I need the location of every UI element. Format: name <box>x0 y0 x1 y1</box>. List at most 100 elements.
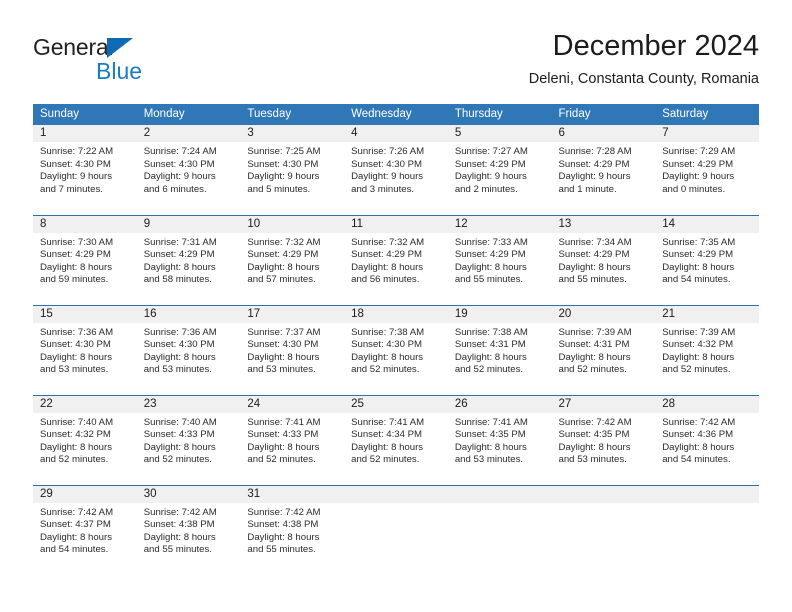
day-cell[interactable]: 29 Sunrise: 7:42 AM Sunset: 4:37 PM Dayl… <box>33 484 137 575</box>
daylight-text-line2: and 53 minutes. <box>558 454 627 466</box>
day-number: 11 <box>344 215 448 233</box>
daylight-text-line1: Daylight: 9 hours <box>454 171 527 183</box>
day-cell[interactable]: 23 Sunrise: 7:40 AM Sunset: 4:33 PM Dayl… <box>136 394 241 485</box>
day-number: 13 <box>551 215 656 233</box>
day-number: 12 <box>447 215 552 233</box>
day-number: 19 <box>447 305 552 323</box>
day-cell[interactable]: 19 Sunrise: 7:38 AM Sunset: 4:31 PM Dayl… <box>447 304 552 395</box>
sunset-text: Sunset: 4:32 PM <box>662 339 734 351</box>
day-cell[interactable]: 9 Sunrise: 7:31 AM Sunset: 4:29 PM Dayli… <box>136 214 241 305</box>
sunset-text: Sunset: 4:33 PM <box>247 429 319 441</box>
day-cell[interactable]: 22 Sunrise: 7:40 AM Sunset: 4:32 PM Dayl… <box>33 394 137 485</box>
daylight-text-line1: Daylight: 8 hours <box>662 441 735 453</box>
day-cell[interactable]: 28 Sunrise: 7:42 AM Sunset: 4:36 PM Dayl… <box>655 394 759 485</box>
day-details: Sunrise: 7:38 AM Sunset: 4:31 PM Dayligh… <box>448 323 552 377</box>
sunset-text: Sunset: 4:29 PM <box>351 249 423 261</box>
sunrise-text: Sunrise: 7:29 AM <box>662 146 736 157</box>
day-number: 17 <box>240 305 345 323</box>
day-cell[interactable]: 14 Sunrise: 7:35 AM Sunset: 4:29 PM Dayl… <box>655 214 759 305</box>
day-details: Sunrise: 7:30 AM Sunset: 4:29 PM Dayligh… <box>33 233 137 287</box>
day-cell[interactable]: 26 Sunrise: 7:41 AM Sunset: 4:35 PM Dayl… <box>447 394 552 485</box>
page-title: December 2024 <box>552 30 759 62</box>
day-cell[interactable]: 15 Sunrise: 7:36 AM Sunset: 4:30 PM Dayl… <box>33 304 137 395</box>
daylight-text-line2: and 2 minutes. <box>454 183 518 195</box>
day-cell[interactable]: 11 Sunrise: 7:32 AM Sunset: 4:29 PM Dayl… <box>344 214 448 305</box>
day-cell[interactable]: 7 Sunrise: 7:29 AM Sunset: 4:29 PM Dayli… <box>655 125 759 215</box>
daylight-text-line1: Daylight: 8 hours <box>247 261 320 273</box>
day-cell[interactable]: 27 Sunrise: 7:42 AM Sunset: 4:35 PM Dayl… <box>551 394 656 485</box>
title-block: December 2024 Deleni, Constanta County, … <box>529 26 759 90</box>
daylight-text-line1: Daylight: 8 hours <box>143 351 216 363</box>
daylight-text-line1: Daylight: 9 hours <box>351 171 424 183</box>
calendar-week-row: 29 Sunrise: 7:42 AM Sunset: 4:37 PM Dayl… <box>33 484 759 575</box>
day-cell[interactable]: 21 Sunrise: 7:39 AM Sunset: 4:32 PM Dayl… <box>655 304 759 395</box>
day-number: 27 <box>551 395 656 413</box>
day-cell[interactable]: 1 Sunrise: 7:22 AM Sunset: 4:30 PM Dayli… <box>33 125 137 215</box>
sunrise-text: Sunrise: 7:39 AM <box>558 326 632 338</box>
day-number: 26 <box>447 395 552 413</box>
daylight-text-line1: Daylight: 8 hours <box>351 441 424 453</box>
day-number: 2 <box>136 125 241 142</box>
day-cell[interactable]: 13 Sunrise: 7:34 AM Sunset: 4:29 PM Dayl… <box>551 214 656 305</box>
day-details: Sunrise: 7:26 AM Sunset: 4:30 PM Dayligh… <box>344 142 448 196</box>
day-details: Sunrise: 7:41 AM Sunset: 4:35 PM Dayligh… <box>448 413 552 467</box>
daylight-text-line2: and 52 minutes. <box>143 454 212 466</box>
daylight-text-line2: and 52 minutes. <box>247 454 316 466</box>
day-cell[interactable]: 5 Sunrise: 7:27 AM Sunset: 4:29 PM Dayli… <box>447 125 552 215</box>
day-cell[interactable]: 18 Sunrise: 7:38 AM Sunset: 4:30 PM Dayl… <box>344 304 448 395</box>
day-cell-empty <box>447 484 552 575</box>
daylight-text-line2: and 52 minutes. <box>351 364 420 376</box>
day-number: 4 <box>344 125 448 142</box>
day-number <box>344 485 448 503</box>
day-details: Sunrise: 7:34 AM Sunset: 4:29 PM Dayligh… <box>552 233 656 287</box>
calendar-page: General Blue December 2024 Deleni, Const… <box>0 0 792 612</box>
sunrise-text: Sunrise: 7:27 AM <box>454 146 528 157</box>
sunrise-text: Sunrise: 7:22 AM <box>40 146 114 157</box>
day-details: Sunrise: 7:42 AM Sunset: 4:38 PM Dayligh… <box>137 503 241 557</box>
daylight-text-line1: Daylight: 9 hours <box>40 171 112 183</box>
day-cell[interactable]: 3 Sunrise: 7:25 AM Sunset: 4:30 PM Dayli… <box>240 125 345 215</box>
day-number: 9 <box>136 215 241 233</box>
sunrise-text: Sunrise: 7:42 AM <box>558 416 632 428</box>
sunset-text: Sunset: 4:33 PM <box>143 429 215 441</box>
day-details: Sunrise: 7:28 AM Sunset: 4:29 PM Dayligh… <box>552 142 656 196</box>
day-cell[interactable]: 31 Sunrise: 7:42 AM Sunset: 4:38 PM Dayl… <box>240 484 345 575</box>
daylight-text-line1: Daylight: 8 hours <box>247 351 320 363</box>
day-details: Sunrise: 7:32 AM Sunset: 4:29 PM Dayligh… <box>344 233 448 287</box>
daylight-text-line2: and 54 minutes. <box>662 274 731 286</box>
sunset-text: Sunset: 4:30 PM <box>40 158 111 170</box>
day-cell[interactable]: 20 Sunrise: 7:39 AM Sunset: 4:31 PM Dayl… <box>551 304 656 395</box>
day-number: 7 <box>655 125 759 142</box>
sunset-text: Sunset: 4:36 PM <box>662 429 734 441</box>
day-details: Sunrise: 7:39 AM Sunset: 4:32 PM Dayligh… <box>655 323 759 377</box>
sunset-text: Sunset: 4:29 PM <box>454 249 526 261</box>
day-cell[interactable]: 30 Sunrise: 7:42 AM Sunset: 4:38 PM Dayl… <box>136 484 241 575</box>
day-details: Sunrise: 7:24 AM Sunset: 4:30 PM Dayligh… <box>137 142 241 196</box>
sunset-text: Sunset: 4:30 PM <box>143 339 215 351</box>
day-cell[interactable]: 25 Sunrise: 7:41 AM Sunset: 4:34 PM Dayl… <box>344 394 448 485</box>
sunrise-text: Sunrise: 7:42 AM <box>662 416 736 428</box>
day-details: Sunrise: 7:42 AM Sunset: 4:36 PM Dayligh… <box>655 413 759 467</box>
day-number: 20 <box>551 305 656 323</box>
weekday-header-monday: Monday <box>136 104 241 125</box>
day-cell[interactable]: 10 Sunrise: 7:32 AM Sunset: 4:29 PM Dayl… <box>240 214 345 305</box>
sunset-text: Sunset: 4:30 PM <box>247 339 319 351</box>
day-cell[interactable]: 16 Sunrise: 7:36 AM Sunset: 4:30 PM Dayl… <box>136 304 241 395</box>
sunset-text: Sunset: 4:35 PM <box>454 429 526 441</box>
daylight-text-line1: Daylight: 8 hours <box>454 261 527 273</box>
calendar-table: Sunday Monday Tuesday Wednesday Thursday… <box>33 104 759 575</box>
day-cell[interactable]: 24 Sunrise: 7:41 AM Sunset: 4:33 PM Dayl… <box>240 394 345 485</box>
day-cell[interactable]: 17 Sunrise: 7:37 AM Sunset: 4:30 PM Dayl… <box>240 304 345 395</box>
sunset-text: Sunset: 4:29 PM <box>558 249 630 261</box>
day-cell[interactable]: 12 Sunrise: 7:33 AM Sunset: 4:29 PM Dayl… <box>447 214 552 305</box>
day-cell[interactable]: 2 Sunrise: 7:24 AM Sunset: 4:30 PM Dayli… <box>136 125 241 215</box>
day-cell[interactable]: 6 Sunrise: 7:28 AM Sunset: 4:29 PM Dayli… <box>551 125 656 215</box>
day-cell[interactable]: 8 Sunrise: 7:30 AM Sunset: 4:29 PM Dayli… <box>33 214 137 305</box>
day-number: 30 <box>136 485 241 503</box>
day-cell[interactable]: 4 Sunrise: 7:26 AM Sunset: 4:30 PM Dayli… <box>344 125 448 215</box>
day-number: 21 <box>655 305 759 323</box>
daylight-text-line1: Daylight: 8 hours <box>351 351 424 363</box>
daylight-text-line2: and 7 minutes. <box>40 183 103 195</box>
day-details: Sunrise: 7:35 AM Sunset: 4:29 PM Dayligh… <box>655 233 759 287</box>
general-blue-logo[interactable]: General Blue <box>33 34 213 90</box>
